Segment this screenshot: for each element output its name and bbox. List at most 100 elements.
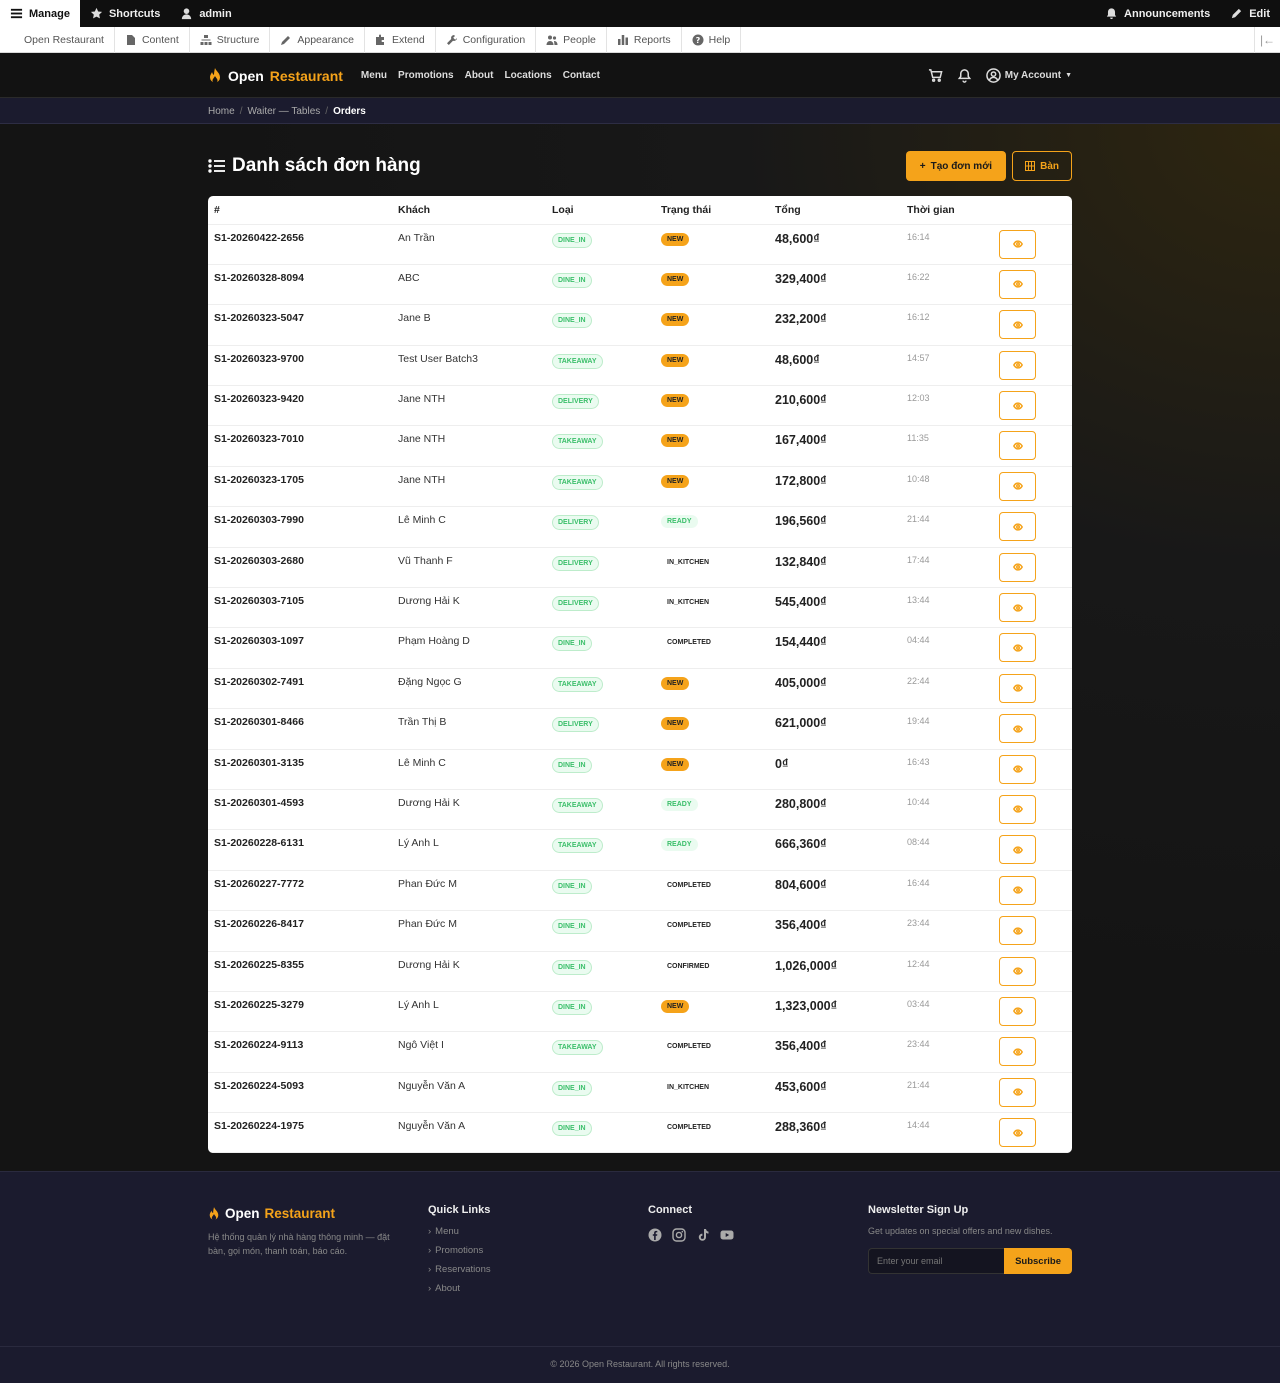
tables-button[interactable]: Bàn [1012,151,1072,181]
account-dropdown[interactable]: My Account ▼ [985,68,1072,83]
newsletter-email-input[interactable] [868,1248,1005,1274]
breadcrumb-tables[interactable]: Waiter — Tables [247,106,320,117]
view-order-button[interactable] [999,633,1036,663]
order-type-badge: TAKEAWAY [552,676,603,692]
view-order-button[interactable] [999,1077,1036,1107]
tray-item-open-restaurant[interactable]: Open Restaurant [0,26,115,53]
tray-item-structure[interactable]: Structure [190,26,271,53]
order-id: S1-20260301-8466 [208,708,392,750]
view-order-button[interactable] [999,754,1036,784]
tray-item-extend[interactable]: Extend [365,26,436,53]
manage-menu-button[interactable]: Manage [0,0,80,27]
order-type-cell: DINE_IN [546,951,655,992]
view-order-button[interactable] [999,794,1036,824]
site-logo[interactable]: Open Restaurant [208,67,343,84]
footer-logo[interactable]: Open Restaurant [208,1206,428,1221]
view-order-button[interactable] [999,593,1036,623]
view-order-button[interactable] [999,996,1036,1026]
edit-button[interactable]: Edit [1220,0,1280,27]
order-id: S1-20260328-8094 [208,264,392,306]
view-order-button[interactable] [999,471,1036,501]
view-order-button[interactable] [999,916,1036,946]
breadcrumb-home[interactable]: Home [208,106,235,117]
nav-locations[interactable]: Locations [504,70,551,81]
subscribe-button[interactable]: Subscribe [1004,1248,1072,1274]
view-order-button[interactable] [999,875,1036,905]
tray-item-reports[interactable]: Reports [607,26,682,53]
view-order-button[interactable] [999,673,1036,703]
order-total: 356,400₫ [769,910,901,952]
order-status-badge: COMPLETED [667,922,711,930]
page-header: Danh sách đơn hàng + Tạo đơn mới Bàn [208,150,1072,182]
tray-item-configuration[interactable]: Configuration [436,26,537,53]
nav-contact[interactable]: Contact [563,70,600,81]
eye-icon [1012,1128,1023,1137]
user-icon [182,8,192,20]
view-order-button[interactable] [999,269,1036,299]
nav-promotions[interactable]: Promotions [398,70,454,81]
announcements-button[interactable]: Announcements [1095,0,1220,27]
order-actions-cell [993,870,1072,912]
view-order-button[interactable] [999,431,1036,461]
order-status-cell: NEW [655,466,769,508]
view-order-button[interactable] [999,714,1036,744]
instagram-icon[interactable] [672,1228,686,1242]
footer-link-reservations[interactable]: › Reservations [428,1264,648,1275]
order-type-cell: DINE_IN [546,224,655,265]
eye-icon [1012,805,1023,814]
view-order-button[interactable] [999,391,1036,421]
view-order-button[interactable] [999,1118,1036,1148]
tray-label: Open Restaurant [24,33,104,46]
order-customer: Trần Thị B [392,708,546,750]
shortcuts-button[interactable]: Shortcuts [80,0,170,27]
table-row: S1-20260224-9113 Ngô Việt I TAKEAWAY COMPLE… [208,1031,1072,1073]
tray-item-help[interactable]: ? Help [682,26,742,53]
document-icon [126,34,135,45]
order-status-cell: NEW [655,385,769,427]
order-status-cell: NEW [655,708,769,750]
order-id: S1-20260323-5047 [208,304,392,346]
order-type-badge: DELIVERY [552,515,599,531]
view-order-button[interactable] [999,310,1036,340]
table-row: S1-20260301-8466 Trần Thị B DELIVERY NEW 621… [208,708,1072,750]
order-customer: Phan Đức M [392,870,546,912]
order-id: S1-20260303-7990 [208,506,392,548]
brush-icon [281,35,291,45]
order-time: 10:44 [901,789,993,831]
order-status-cell: COMPLETED [655,627,769,669]
footer-link-menu[interactable]: › Menu [428,1226,648,1237]
view-order-button[interactable] [999,512,1036,542]
tiktok-icon[interactable] [696,1228,710,1242]
bell-icon[interactable] [957,68,972,83]
new-order-button[interactable]: + Tạo đơn mới [905,151,1007,181]
order-time: 08:44 [901,829,993,871]
cart-icon[interactable] [928,68,943,83]
tray-item-content[interactable]: Content [115,26,190,53]
order-total: 280,800₫ [769,789,901,831]
youtube-icon[interactable] [720,1228,734,1242]
tray-item-appearance[interactable]: Appearance [270,26,365,53]
tray-item-people[interactable]: People [536,26,607,53]
order-status-badge: CONFIRMED [667,962,710,970]
col-header-id: # [208,196,392,225]
facebook-icon[interactable] [648,1228,662,1242]
nav-menu[interactable]: Menu [361,70,387,81]
nav-about[interactable]: About [465,70,494,81]
footer-link-about[interactable]: › About [428,1283,648,1294]
col-header-time: Thời gian [901,196,993,225]
view-order-button[interactable] [999,229,1036,259]
connect-title: Connect [648,1204,692,1216]
view-order-button[interactable] [999,350,1036,380]
view-order-button[interactable] [999,956,1036,986]
view-order-button[interactable] [999,1037,1036,1067]
footer-link-promotions[interactable]: › Promotions [428,1245,648,1256]
tray-collapse-button[interactable]: |← [1254,27,1280,53]
view-order-button[interactable] [999,552,1036,582]
order-type-cell: DINE_IN [546,1072,655,1114]
order-actions-cell [993,910,1072,952]
main-content: Danh sách đơn hàng + Tạo đơn mới Bàn # K [0,124,1280,1171]
order-customer: Jane NTH [392,425,546,467]
view-order-button[interactable] [999,835,1036,865]
user-menu-button[interactable]: admin [170,0,241,27]
order-status-badge: NEW [661,434,690,448]
